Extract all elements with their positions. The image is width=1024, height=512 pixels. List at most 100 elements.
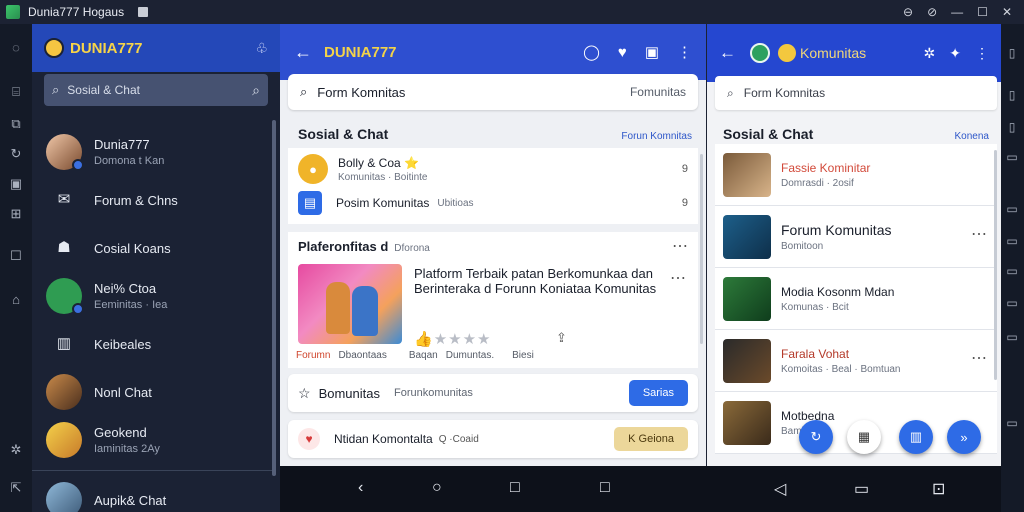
window-mode-icon[interactable] xyxy=(138,7,149,17)
layout-fab[interactable]: ▦ xyxy=(847,420,881,454)
list-item[interactable]: Fassie Kominitar Domrasdi · 2osif xyxy=(715,144,997,206)
community-row[interactable]: ▤ Posim Komunitas Ubitioas 9 xyxy=(288,186,698,220)
record-icon[interactable]: ▭ xyxy=(1005,202,1019,216)
search-input[interactable]: ⌕ Sosial & Chat ⌕ xyxy=(44,74,268,106)
list-item[interactable]: Forum Komunitas Bomitoon ⋯ xyxy=(715,206,997,268)
image-icon[interactable]: ▣ xyxy=(645,43,659,61)
multi-instance-icon[interactable]: ▭ xyxy=(1005,264,1019,278)
home-icon[interactable]: ⌂ xyxy=(8,292,24,308)
chat-card[interactable]: ♥ Ntidan Komontalta Q ·Coaid K Geiona xyxy=(288,420,698,458)
location-icon[interactable]: ▭ xyxy=(1005,150,1019,164)
community-row[interactable]: ● Bolly & Coa ⭐ Komunitas · Boitinte 9 xyxy=(288,152,698,186)
folder-icon[interactable]: ⊞ xyxy=(8,206,24,222)
window-icon[interactable]: ☐ xyxy=(8,248,24,264)
nav-screenshot-icon[interactable]: ⊡ xyxy=(932,479,945,499)
shake-icon[interactable]: ▯ xyxy=(1005,120,1019,134)
minimize-button[interactable]: — xyxy=(951,5,963,19)
group-icon: ☗ xyxy=(57,239,71,256)
expand-icon[interactable]: ⇱ xyxy=(8,480,24,496)
chat-item[interactable]: ☗ Cosial Koans xyxy=(32,224,272,272)
scrollbar[interactable] xyxy=(272,120,276,476)
chat-item[interactable]: Geokend Iaminitas 2Ay xyxy=(32,416,272,464)
more-icon[interactable]: ⋯ xyxy=(971,348,987,368)
person-figure xyxy=(352,286,378,336)
chat-item[interactable]: ▥ Keibeales xyxy=(32,320,272,368)
join-community-card[interactable]: ☆ Bomunitas Forunkomunitas Sarias xyxy=(288,374,698,412)
join-button[interactable]: Sarias xyxy=(628,380,688,406)
close-button[interactable]: ✕ xyxy=(1002,5,1012,19)
more-vertical-icon[interactable]: ⋮ xyxy=(677,43,692,61)
search-input[interactable]: ⌕ Form Komnitas xyxy=(715,76,997,110)
more-vertical-icon[interactable]: ⋮ xyxy=(975,45,989,62)
search-filter-label[interactable]: Fomunitas xyxy=(630,85,686,99)
search-icon: ⌕ xyxy=(727,85,734,100)
nav-back-icon[interactable]: ‹ xyxy=(358,479,363,497)
chat-item[interactable]: Nonl Chat xyxy=(32,368,272,416)
more-icon[interactable]: ⋯ xyxy=(670,268,686,288)
search-text: Form Komnitas xyxy=(743,86,826,100)
bell-icon[interactable]: ♧ xyxy=(255,40,268,57)
nav-recents-icon[interactable]: ▭ xyxy=(854,479,869,499)
scrollbar[interactable] xyxy=(994,150,997,380)
rating-stars[interactable]: 👍★★★★ xyxy=(414,330,491,348)
screenshot-icon[interactable]: ⧉ xyxy=(8,116,24,132)
chat-item[interactable]: ✉ Forum & Chns xyxy=(32,176,272,224)
camera-icon[interactable]: ▣ xyxy=(8,176,24,192)
item-sub: Komoitas · Beal · Bomtuan xyxy=(781,363,901,375)
brand-title: DUNIA777 xyxy=(70,39,143,57)
star-icon[interactable]: ✦ xyxy=(949,45,961,62)
chat-item[interactable]: Nei% Ctoa Eeminitas · Iea xyxy=(32,272,272,320)
share-icon[interactable]: ⇪ xyxy=(556,330,567,346)
more-tools-icon[interactable]: ▭ xyxy=(1005,330,1019,344)
nav-back-icon[interactable]: ◁ xyxy=(774,479,786,499)
profile-icon[interactable]: ◯ xyxy=(583,43,600,61)
online-badge xyxy=(72,303,84,315)
row-count: 9 xyxy=(681,163,688,175)
back-icon[interactable]: ▭ xyxy=(1005,416,1019,430)
nav-home-icon[interactable]: ○ xyxy=(432,479,442,497)
keymap-icon[interactable]: ▯ xyxy=(1005,88,1019,102)
rotate-icon[interactable]: ↻ xyxy=(8,146,24,162)
avatar xyxy=(46,482,82,512)
settings-icon[interactable]: ⊘ xyxy=(927,5,937,19)
grid-fab[interactable]: ▥ xyxy=(899,420,933,454)
komunitas-panel: ← Komunitas ✲ ✦ ⋮ ⌕ Form Komnitas Sosial… xyxy=(706,24,1001,466)
maximize-button[interactable]: ☐ xyxy=(977,5,988,19)
community-panel: ← DUNIA777 ◯ ♥ ▣ ⋮ ⌕ Form Komnitas Fomun… xyxy=(280,24,706,466)
scrollbar[interactable] xyxy=(700,154,703,344)
more-icon[interactable]: ⋯ xyxy=(971,224,987,244)
chat-item[interactable]: Aupik& Chat xyxy=(32,476,272,512)
chat-card-button[interactable]: K Geiona xyxy=(614,427,688,451)
volume-icon[interactable]: ▯ xyxy=(1005,46,1019,60)
chat-item[interactable]: Dunia777 Domona t Kan xyxy=(32,128,272,176)
section-link[interactable]: Forun Komnitas xyxy=(621,131,692,142)
list-item[interactable]: Farala Vohat Komoitas · Beal · Bomtuan ⋯ xyxy=(715,330,997,392)
panel3-title: Komunitas xyxy=(800,45,867,61)
keyboard-icon[interactable]: ⌸ xyxy=(8,84,24,100)
back-arrow-icon[interactable]: ← xyxy=(294,42,312,63)
heart-icon[interactable]: ♥ xyxy=(618,44,627,61)
next-fab[interactable]: » xyxy=(947,420,981,454)
forum-app-icon: ▤ xyxy=(298,191,322,215)
settings-gear-icon[interactable]: ✲ xyxy=(8,442,24,458)
search-end-icon[interactable]: ⌕ xyxy=(252,82,260,99)
sync-icon[interactable]: ▭ xyxy=(1005,296,1019,310)
item-title: Modia Kosonm Mdan xyxy=(781,284,895,299)
community-list: ● Bolly & Coa ⭐ Komunitas · Boitinte 9 ▤ … xyxy=(288,148,698,224)
list-item[interactable]: Modia Kosonm Mdan Komunas · Bcit xyxy=(715,268,997,330)
section-link[interactable]: Konena xyxy=(955,131,989,142)
row-count: 9 xyxy=(681,197,688,209)
gamepad-icon[interactable]: ◌ xyxy=(8,40,24,56)
more-icon[interactable]: ⋯ xyxy=(672,236,688,256)
nav-recents-icon[interactable]: □ xyxy=(510,479,520,497)
account-icon[interactable]: ⊖ xyxy=(903,5,913,19)
panel2-header: ← DUNIA777 ◯ ♥ ▣ ⋮ xyxy=(280,24,706,80)
back-arrow-icon[interactable]: ← xyxy=(719,43,736,63)
forum-search-input[interactable]: ⌕ Form Komnitas Fomunitas xyxy=(288,74,698,110)
gear-icon[interactable]: ✲ xyxy=(924,45,936,62)
post-heading: Plaferonfitas d xyxy=(298,239,389,254)
install-icon[interactable]: ▭ xyxy=(1005,234,1019,248)
post-card[interactable]: Plaferonfitas d Dforona ⋯ Platform Terba… xyxy=(288,232,698,368)
refresh-fab[interactable]: ↻ xyxy=(799,420,833,454)
nav-square-icon[interactable]: □ xyxy=(600,479,610,497)
